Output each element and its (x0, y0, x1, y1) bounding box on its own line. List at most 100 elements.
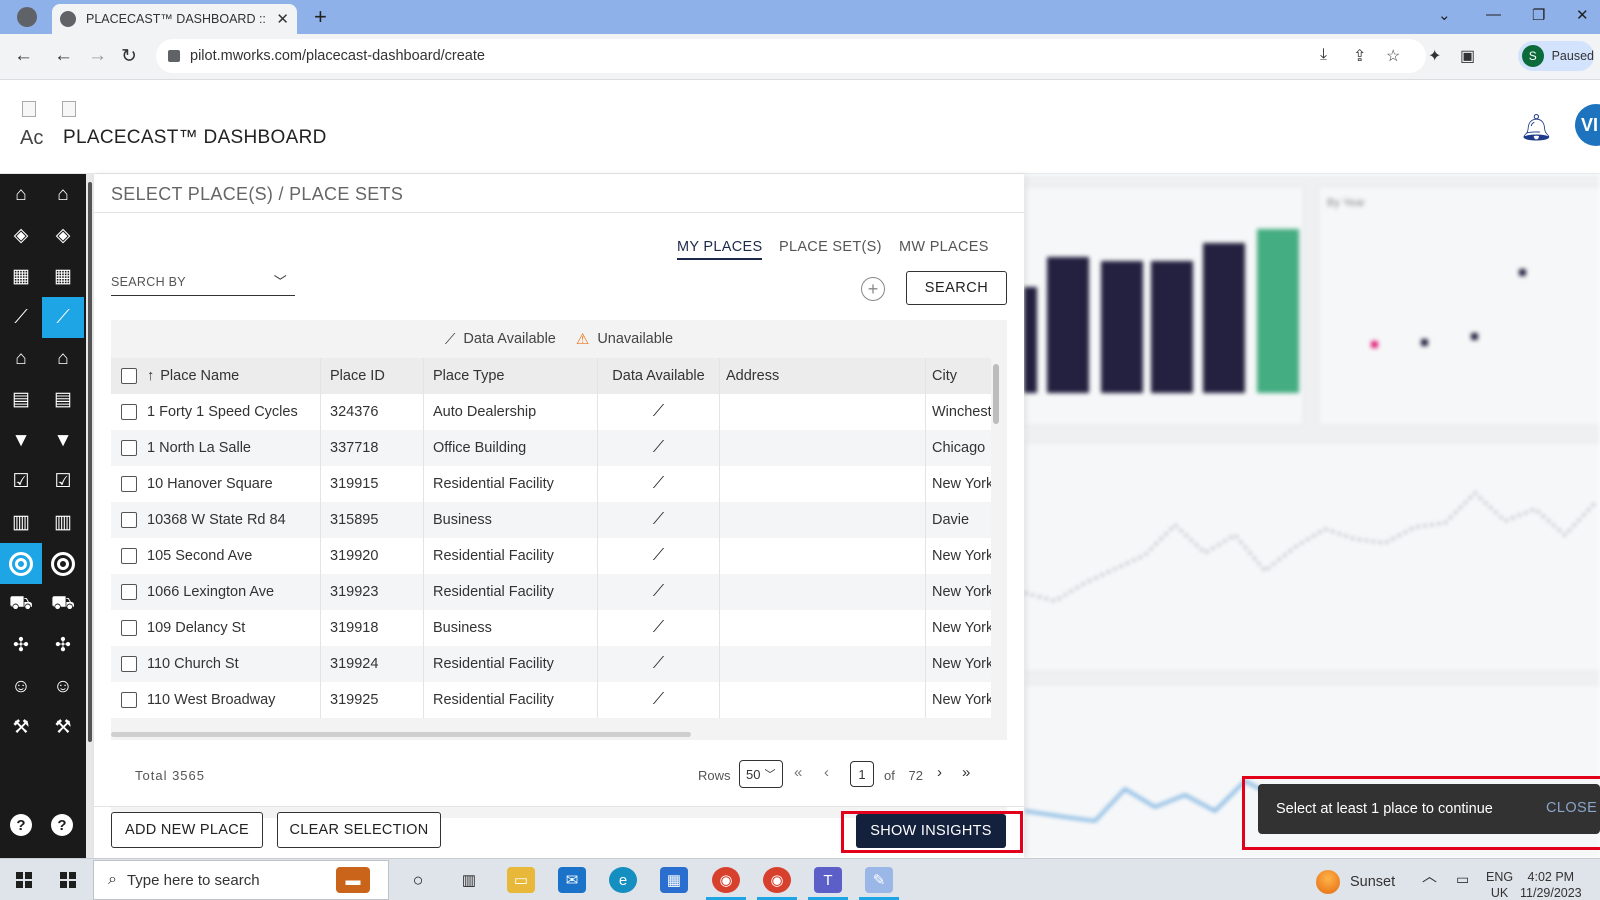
notification-bell-icon[interactable]: 🔔︎ (1520, 112, 1553, 143)
reload-icon[interactable]: ↻ (121, 45, 137, 68)
search-button[interactable]: SEARCH (906, 271, 1007, 305)
checklist-icon[interactable]: ☑ (0, 461, 42, 502)
windows-start-icon[interactable] (16, 872, 32, 888)
install-icon[interactable]: ⤓ (1320, 46, 1327, 64)
document-icon[interactable]: ▤ (42, 379, 84, 420)
cortana-circle-icon[interactable]: ○ (404, 867, 432, 893)
grid-icon[interactable]: ▦ (0, 256, 42, 297)
previous-page-icon[interactable]: ‹ (824, 764, 829, 781)
table-row[interactable]: 10368 W State Rd 84 315895 Business ⟋ Da… (111, 502, 991, 538)
table-row[interactable]: 105 Second Ave 319920 Residential Facili… (111, 538, 991, 574)
toast-close-button[interactable]: CLOSE (1546, 800, 1597, 816)
sidebar-item-home[interactable]: ⌂ ⌂ (0, 174, 86, 215)
trend-line-icon[interactable]: ⟋ (0, 297, 42, 338)
shirt-icon[interactable]: ▼ (42, 420, 84, 461)
user-circle-icon[interactable]: ☺ (42, 666, 84, 707)
maximize-window-icon[interactable]: ❐ (1532, 6, 1545, 24)
table-row[interactable]: 1066 Lexington Ave 319923 Residential Fa… (111, 574, 991, 610)
new-tab-icon[interactable]: + (314, 4, 327, 30)
table-row[interactable]: 110 West Broadway 319925 Residential Fac… (111, 682, 991, 718)
trend-line-icon[interactable]: ⟋ (42, 297, 84, 338)
next-page-icon[interactable]: › (937, 764, 942, 781)
wrench-icon[interactable]: ⚒ (0, 707, 42, 748)
row-checkbox[interactable] (121, 512, 137, 528)
compass-icon[interactable]: ◈ (0, 215, 42, 256)
column-header-place-id[interactable]: Place ID (321, 358, 424, 394)
select-all-checkbox[interactable] (121, 368, 137, 384)
paint-icon[interactable]: ✎ (865, 867, 893, 893)
sidebar-item-analytics[interactable]: ▥ ▥ (0, 502, 86, 543)
bookmark-star-icon[interactable]: ☆ (1386, 46, 1400, 66)
store-icon[interactable]: ▦ (660, 867, 688, 893)
bar-chart-icon[interactable]: ▥ (42, 502, 84, 543)
rows-per-page-select[interactable]: 50 ﹀ (739, 760, 783, 788)
column-header-place-type[interactable]: Place Type (424, 358, 598, 394)
add-new-place-button[interactable]: ADD NEW PLACE (111, 812, 263, 848)
help-icon[interactable]: ? (10, 814, 32, 836)
last-page-icon[interactable]: » (962, 764, 970, 781)
row-checkbox[interactable] (121, 404, 137, 420)
user-avatar[interactable]: VI (1575, 104, 1600, 146)
display-icon[interactable]: ▭ (1456, 871, 1469, 887)
cars-icon[interactable]: ⛟ (42, 584, 84, 625)
add-circle-icon[interactable]: + (861, 277, 885, 301)
task-view-icon[interactable]: ▥ (455, 867, 483, 893)
close-tab-icon[interactable]: ✕ (276, 10, 289, 28)
user-circle-icon[interactable]: ☺ (0, 666, 42, 707)
column-header-address[interactable]: Address (720, 358, 926, 394)
table-vertical-scrollbar[interactable] (993, 364, 999, 424)
chrome-profile-icon[interactable]: ◉ (763, 867, 791, 893)
work-briefcase-icon[interactable]: ▬ (336, 867, 370, 893)
help-icon[interactable]: ? (51, 814, 73, 836)
sidebar-item-profile[interactable]: ☺ ☺ (0, 666, 86, 707)
sidebar-item-reports[interactable]: ▤ ▤ (0, 379, 86, 420)
file-explorer-icon[interactable]: ▭ (507, 867, 535, 893)
chrome-icon[interactable]: ◉ (712, 867, 740, 893)
buildings-icon[interactable]: ⌂ (0, 338, 42, 379)
first-page-icon[interactable]: « (794, 764, 802, 781)
shirt-icon[interactable]: ▼ (0, 420, 42, 461)
clear-selection-button[interactable]: CLEAR SELECTION (277, 812, 441, 848)
sidebar-item-retail[interactable]: ▼ ▼ (0, 420, 86, 461)
minimize-window-icon[interactable]: — (1486, 6, 1501, 23)
table-row[interactable]: 1 North La Salle 337718 Office Building … (111, 430, 991, 466)
column-header-data-available[interactable]: Data Available (598, 358, 720, 394)
target-icon[interactable] (0, 543, 42, 584)
wrench-icon[interactable]: ⚒ (42, 707, 84, 748)
windows-start-alt-icon[interactable] (60, 872, 76, 888)
sidebar-item-tools[interactable]: ⚒ ⚒ (0, 707, 86, 748)
language-indicator[interactable]: ENG UK (1486, 869, 1513, 900)
side-panel-icon[interactable]: ▣ (1460, 46, 1475, 66)
tab-mw-places[interactable]: MW PLACES (899, 239, 989, 255)
forward-icon[interactable]: → (88, 45, 107, 67)
home-icon[interactable]: ⌂ (42, 174, 84, 215)
back-icon[interactable]: ← (14, 45, 33, 67)
url-field[interactable]: pilot.mworks.com/placecast-dashboard/cre… (156, 39, 1426, 73)
sidebar-scroll-thumb[interactable] (88, 182, 92, 742)
sidebar-item-checklist[interactable]: ☑ ☑ (0, 461, 86, 502)
sidebar-item-traffic[interactable]: ⛟ ⛟ (0, 584, 86, 625)
edge-browser-icon[interactable]: e (609, 867, 637, 893)
sidebar-item-apps[interactable]: ▦ ▦ (0, 256, 86, 297)
extensions-icon[interactable]: ✦ (1428, 46, 1441, 66)
browser-profile-button[interactable]: S Paused (1518, 41, 1594, 71)
row-checkbox[interactable] (121, 692, 137, 708)
sidebar-item-explore[interactable]: ◈ ◈ (0, 215, 86, 256)
checklist-icon[interactable]: ☑ (42, 461, 84, 502)
share-icon[interactable]: ⇪ (1353, 46, 1366, 66)
sidebar-item-insights[interactable]: ⟋ ⟋ (0, 297, 86, 338)
tab-list-chevron-icon[interactable]: ⌄ (1438, 6, 1451, 24)
network-icon[interactable]: ✣ (42, 625, 84, 666)
sort-ascending-icon[interactable]: ↑ (147, 368, 154, 384)
sidebar-item-targets[interactable] (0, 543, 86, 584)
row-checkbox[interactable] (121, 656, 137, 672)
tray-chevron-up-icon[interactable]: ︿ (1422, 869, 1437, 885)
buildings-icon[interactable]: ⌂ (42, 338, 84, 379)
sidebar-scrollbar[interactable] (86, 174, 94, 858)
sidebar-item-places[interactable]: ⌂ ⌂ (0, 338, 86, 379)
weather-widget[interactable]: Sunset (1316, 870, 1395, 894)
bar-chart-icon[interactable]: ▥ (0, 502, 42, 543)
row-checkbox[interactable] (121, 476, 137, 492)
row-checkbox[interactable] (121, 440, 137, 456)
close-window-icon[interactable]: ✕ (1576, 6, 1589, 24)
